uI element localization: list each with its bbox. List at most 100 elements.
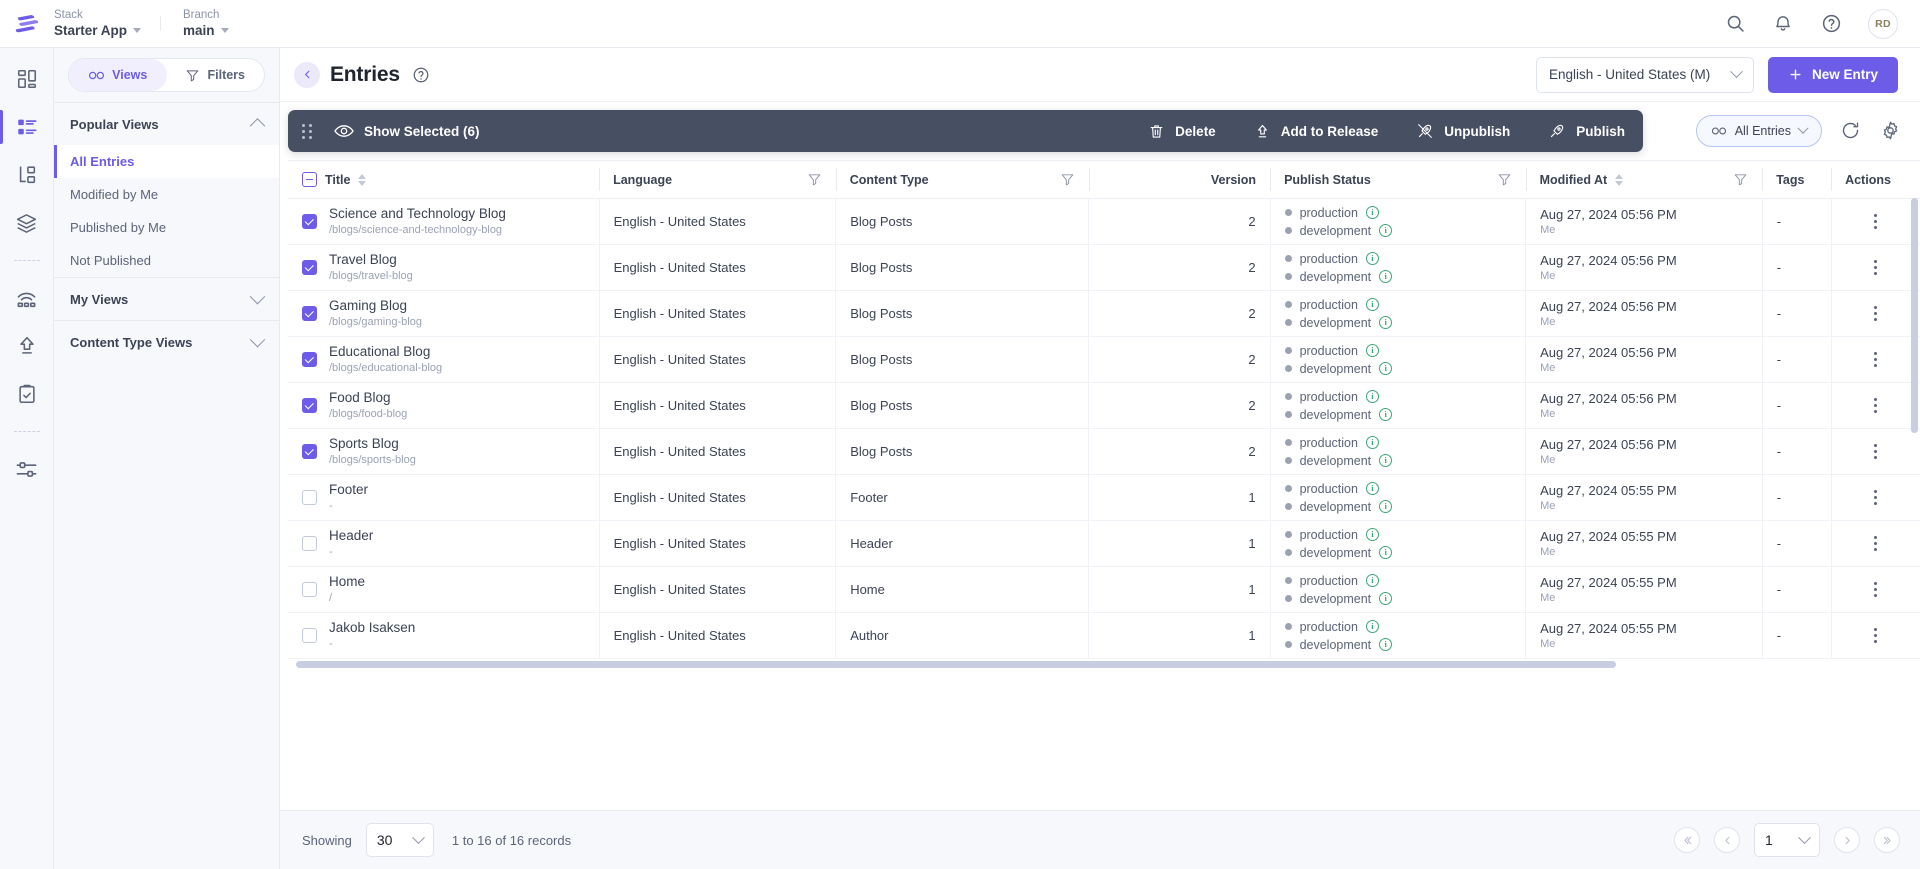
info-icon[interactable]: i [1365, 390, 1379, 403]
entry-title[interactable]: Home [329, 573, 365, 590]
assets-stack-icon[interactable] [14, 210, 40, 236]
refresh-icon[interactable] [1840, 120, 1862, 142]
row-actions-menu-icon[interactable] [1846, 490, 1906, 505]
sidebar-item-not-published[interactable]: Not Published [54, 244, 279, 277]
table-row[interactable]: Science and Technology Blog/blogs/scienc… [288, 198, 1920, 245]
info-icon[interactable]: i [1365, 436, 1379, 449]
info-icon[interactable]: i [1365, 620, 1379, 633]
publish-queue-icon[interactable] [14, 333, 40, 359]
row-checkbox[interactable] [302, 536, 317, 551]
dashboard-icon[interactable] [14, 66, 40, 92]
sidebar-item-published-by-me[interactable]: Published by Me [54, 211, 279, 244]
entry-title[interactable]: Gaming Blog [329, 297, 422, 314]
next-page-button[interactable] [1834, 827, 1860, 853]
entry-title[interactable]: Food Blog [329, 389, 407, 406]
row-actions-menu-icon[interactable] [1846, 536, 1906, 551]
entry-title[interactable]: Footer [329, 481, 368, 498]
views-section-popular-header[interactable]: Popular Views [54, 103, 279, 145]
row-checkbox[interactable] [302, 214, 317, 229]
filter-icon[interactable] [807, 172, 822, 187]
branch-switcher[interactable]: Branch main [183, 8, 249, 39]
collapse-panel-button[interactable] [294, 61, 320, 88]
publish-button[interactable]: Publish [1548, 122, 1625, 140]
table-row[interactable]: Jakob Isaksen - English - United States Aut… [288, 612, 1920, 659]
avatar[interactable]: RD [1868, 8, 1898, 39]
info-icon[interactable]: i [1379, 362, 1393, 375]
entry-title[interactable]: Jakob Isaksen [329, 619, 415, 636]
sidebar-item-all-entries[interactable]: All Entries [54, 145, 279, 178]
settings-sliders-icon[interactable] [14, 456, 40, 482]
table-row[interactable]: Gaming Blog/blogs/gaming-blog English - U… [288, 290, 1920, 337]
tab-filters[interactable]: Filters [167, 59, 265, 91]
prev-page-button[interactable] [1714, 827, 1740, 853]
search-icon[interactable] [1724, 13, 1746, 35]
view-selector-pill[interactable]: All Entries [1695, 115, 1822, 147]
entry-title[interactable]: Science and Technology Blog [329, 205, 506, 222]
entry-title[interactable]: Travel Blog [329, 251, 413, 268]
info-icon[interactable]: i [1365, 574, 1379, 587]
row-checkbox[interactable] [302, 628, 317, 643]
sort-icon[interactable] [1615, 173, 1624, 186]
filter-icon[interactable] [1497, 172, 1512, 187]
row-checkbox[interactable] [302, 582, 317, 597]
sort-icon[interactable] [358, 173, 367, 186]
info-icon[interactable]: i [1365, 298, 1379, 311]
app-logo[interactable] [0, 12, 54, 36]
page-size-select[interactable]: 30 [365, 823, 434, 857]
info-icon[interactable]: i [1365, 528, 1379, 541]
row-checkbox[interactable] [302, 398, 317, 413]
row-checkbox[interactable] [302, 306, 317, 321]
row-actions-menu-icon[interactable] [1846, 444, 1906, 459]
delete-button[interactable]: Delete [1148, 123, 1216, 140]
info-icon[interactable]: i [1379, 638, 1393, 651]
sidebar-item-modified-by-me[interactable]: Modified by Me [54, 178, 279, 211]
views-section-content-type-views-header[interactable]: Content Type Views [54, 321, 279, 363]
row-actions-menu-icon[interactable] [1846, 214, 1906, 229]
table-row[interactable]: Home / English - United States Home 1 product… [288, 566, 1920, 613]
row-actions-menu-icon[interactable] [1846, 628, 1906, 643]
row-actions-menu-icon[interactable] [1846, 260, 1906, 275]
show-selected-button[interactable]: Show Selected (6) [334, 124, 480, 139]
info-icon[interactable]: i [1365, 206, 1379, 219]
select-all-checkbox[interactable] [302, 172, 317, 187]
page-number-select[interactable]: 1 [1754, 823, 1820, 857]
content-models-icon[interactable] [14, 162, 40, 188]
table-row[interactable]: Sports Blog/blogs/sports-blog English - U… [288, 428, 1920, 475]
info-icon[interactable]: i [1379, 408, 1393, 421]
horizontal-scrollbar[interactable] [296, 661, 1908, 669]
row-checkbox[interactable] [302, 490, 317, 505]
last-page-button[interactable] [1874, 827, 1900, 853]
add-to-release-button[interactable]: Add to Release [1254, 123, 1378, 140]
info-icon[interactable]: i [1379, 454, 1393, 467]
stack-switcher[interactable]: Stack Starter App [54, 8, 162, 39]
vertical-scrollbar[interactable] [1911, 198, 1918, 810]
info-icon[interactable]: i [1379, 270, 1393, 283]
row-actions-menu-icon[interactable] [1846, 306, 1906, 321]
help-circle-icon[interactable] [1820, 13, 1842, 35]
row-actions-menu-icon[interactable] [1846, 398, 1906, 413]
first-page-button[interactable] [1674, 827, 1700, 853]
row-checkbox[interactable] [302, 352, 317, 367]
table-row[interactable]: Travel Blog/blogs/travel-blog English - U… [288, 244, 1920, 291]
unpublish-button[interactable]: Unpublish [1416, 122, 1510, 140]
row-checkbox[interactable] [302, 260, 317, 275]
views-section-my-views-header[interactable]: My Views [54, 278, 279, 320]
table-row[interactable]: Footer - English - United States Footer 1 pro… [288, 474, 1920, 521]
row-actions-menu-icon[interactable] [1846, 352, 1906, 367]
table-row[interactable]: Header - English - United States Header 1 pro… [288, 520, 1920, 567]
entry-title[interactable]: Header [329, 527, 373, 544]
help-circle-icon[interactable] [412, 66, 430, 84]
new-entry-button[interactable]: New Entry [1767, 56, 1898, 93]
info-icon[interactable]: i [1379, 316, 1393, 329]
info-icon[interactable]: i [1379, 546, 1393, 559]
gear-icon[interactable] [1880, 120, 1902, 142]
info-icon[interactable]: i [1379, 224, 1393, 237]
filter-icon[interactable] [1733, 172, 1748, 187]
table-row[interactable]: Educational Blog/blogs/educational-blog E… [288, 336, 1920, 383]
info-icon[interactable]: i [1365, 482, 1379, 495]
entry-title[interactable]: Educational Blog [329, 343, 442, 360]
info-icon[interactable]: i [1379, 500, 1393, 513]
audit-log-icon[interactable] [14, 381, 40, 407]
row-checkbox[interactable] [302, 444, 317, 459]
tab-views[interactable]: Views [69, 59, 167, 91]
